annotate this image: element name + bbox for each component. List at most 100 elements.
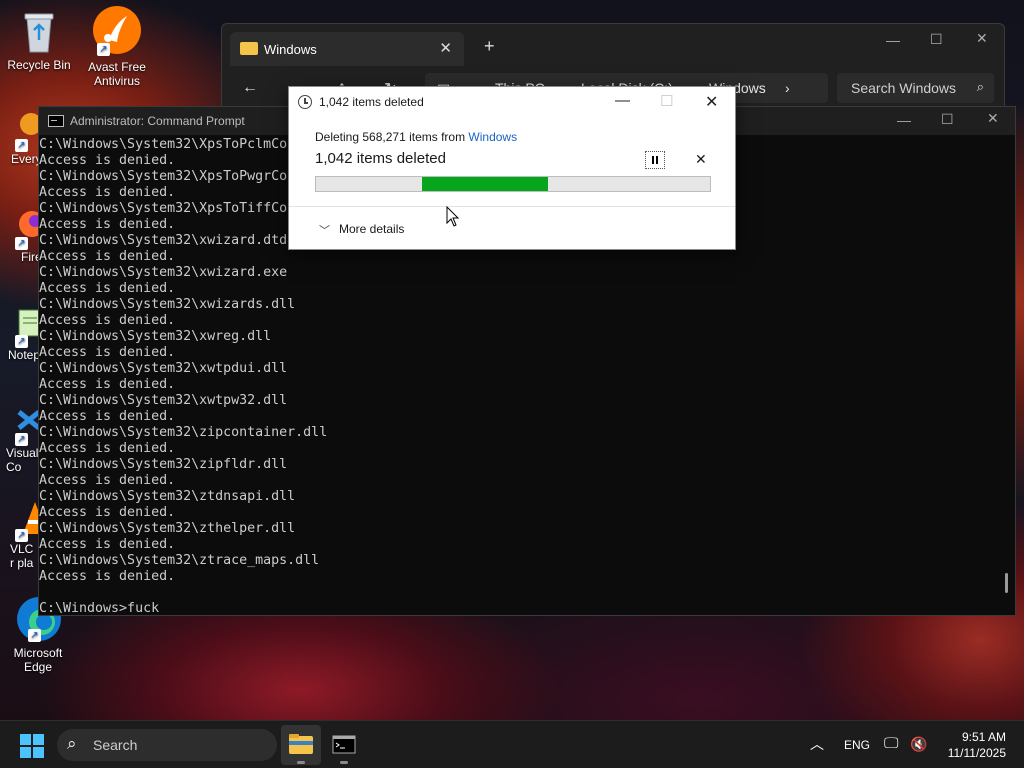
recycle-bin-icon bbox=[17, 8, 61, 54]
desktop-icon-firefox[interactable]: ↗ Fire bbox=[1, 208, 41, 264]
close-button[interactable]: ✕ bbox=[976, 30, 988, 47]
cmd-line: C:\Windows\System32\zipcontainer.dll bbox=[39, 425, 328, 440]
desktop-icon-everything[interactable]: ↗ Every bbox=[1, 110, 41, 166]
vlc-icon: ↗ bbox=[1, 500, 41, 542]
cmd-line: C:\Windows\System32\zthelper.dll bbox=[39, 521, 296, 536]
dialog-minimize-button[interactable]: — bbox=[615, 92, 630, 109]
desktop-icon-visual-studio-code[interactable]: ↗ Visual Co bbox=[1, 404, 41, 474]
cmd-line: C:\Windows\System32\xwizard.exe bbox=[39, 265, 288, 280]
dialog-footer[interactable]: ﹀ More details bbox=[289, 206, 735, 250]
breadcrumb-chevron-icon[interactable]: › bbox=[785, 80, 790, 96]
shortcut-arrow-icon: ↗ bbox=[15, 139, 28, 152]
vscode-icon: ↗ bbox=[1, 404, 41, 446]
shortcut-arrow-icon: ↗ bbox=[28, 629, 41, 642]
cmd-close-button[interactable]: ✕ bbox=[987, 110, 999, 127]
cmd-line: Access is denied. bbox=[39, 441, 176, 456]
desktop-icon-vlc[interactable]: ↗ VLC r pla bbox=[1, 500, 41, 570]
terminal-icon bbox=[48, 115, 64, 127]
taskbar-file-explorer[interactable] bbox=[281, 725, 321, 765]
more-details-button[interactable]: More details bbox=[339, 222, 404, 236]
dialog-content: Deleting 568,271 items from Windows 1,04… bbox=[289, 117, 735, 205]
desktop-icon-notepad[interactable]: ↗ Notep bbox=[1, 306, 41, 362]
cmd-line: Access is denied. bbox=[39, 345, 176, 360]
file-explorer-icon bbox=[289, 734, 313, 754]
cmd-line: C:\Windows>fuck bbox=[39, 601, 160, 615]
cmd-line: Access is denied. bbox=[39, 505, 176, 520]
clock-time: 9:51 AM bbox=[961, 730, 1006, 744]
desktop-icon-label: Avast Free Antivirus bbox=[88, 60, 146, 88]
taskbar-search-placeholder: Search bbox=[93, 737, 138, 753]
cmd-line: Access is denied. bbox=[39, 249, 176, 264]
shortcut-arrow-icon: ↗ bbox=[15, 237, 28, 250]
clock-icon bbox=[298, 95, 312, 109]
taskbar: ⌕ Search ︿ ENG 🖵 🔇 9:51 AM 11/11/2025 bbox=[0, 720, 1024, 768]
explorer-search-placeholder: Search Windows bbox=[851, 80, 957, 96]
items-deleted-status: 1,042 items deleted bbox=[315, 150, 446, 167]
cmd-line: Access is denied. bbox=[39, 569, 176, 584]
dialog-title: 1,042 items deleted bbox=[319, 95, 424, 109]
cmd-line: Access is denied. bbox=[39, 473, 176, 488]
start-button[interactable] bbox=[20, 734, 44, 758]
explorer-tab[interactable]: Windows ✕ bbox=[230, 32, 464, 66]
shortcut-arrow-icon: ↗ bbox=[15, 335, 28, 348]
search-icon: ⌕ bbox=[67, 734, 77, 753]
desktop-icon-label: Every bbox=[11, 152, 41, 166]
deleting-summary: Deleting 568,271 items from Windows bbox=[315, 130, 517, 144]
cancel-icon[interactable]: ✕ bbox=[695, 151, 707, 168]
everything-icon: ↗ bbox=[1, 110, 41, 152]
taskbar-search-box[interactable]: ⌕ Search bbox=[57, 729, 277, 761]
cmd-line: C:\Windows\System32\ztdnsapi.dll bbox=[39, 489, 296, 504]
back-button[interactable]: ← bbox=[242, 79, 258, 97]
desktop-icon-label: Recycle Bin bbox=[7, 58, 71, 72]
cmd-minimize-button[interactable]: — bbox=[897, 112, 911, 128]
cmd-line: Access is denied. bbox=[39, 537, 176, 552]
deleting-target-link[interactable]: Windows bbox=[468, 130, 517, 144]
cmd-line: C:\Windows\System32\zipfldr.dll bbox=[39, 457, 288, 472]
delete-progress-dialog[interactable]: 1,042 items deleted — ☐ ✕ Deleting 568,2… bbox=[288, 86, 736, 250]
scrollbar-thumb[interactable] bbox=[1005, 573, 1008, 593]
cmd-line: Access is denied. bbox=[39, 281, 176, 296]
dialog-titlebar[interactable]: 1,042 items deleted — ☐ ✕ bbox=[289, 87, 735, 117]
maximize-button[interactable]: ☐ bbox=[930, 31, 943, 48]
desktop-icon-label: VLC r pla bbox=[10, 542, 34, 570]
volume-muted-icon[interactable]: 🔇 bbox=[910, 736, 927, 753]
desktop-icon-avast[interactable]: ↗ Avast Free Antivirus bbox=[80, 6, 154, 88]
chevron-down-icon[interactable]: ﹀ bbox=[319, 222, 330, 238]
notepad-icon: ↗ bbox=[1, 306, 41, 348]
cmd-line: C:\Windows\System32\xwizards.dll bbox=[39, 297, 296, 312]
avast-icon: ↗ bbox=[93, 6, 141, 56]
clock-date: 11/11/2025 bbox=[947, 746, 1006, 760]
cmd-line bbox=[39, 585, 999, 601]
new-tab-button[interactable]: + bbox=[484, 36, 495, 57]
explorer-search-box[interactable]: Search Windows ⌕ bbox=[837, 73, 994, 103]
cmd-line: C:\Windows\System32\ztrace_maps.dll bbox=[39, 553, 320, 568]
explorer-tab-title: Windows bbox=[264, 42, 317, 57]
cmd-line: Access is denied. bbox=[39, 313, 176, 328]
desktop-icon-recycle-bin[interactable]: Recycle Bin bbox=[2, 8, 76, 72]
language-indicator[interactable]: ENG bbox=[844, 738, 870, 752]
terminal-icon bbox=[332, 735, 356, 754]
desktop-icon-label: Visual Co bbox=[6, 446, 39, 474]
close-tab-icon[interactable]: ✕ bbox=[439, 39, 452, 57]
progress-bar bbox=[315, 176, 711, 192]
deleting-prefix: Deleting 568,271 items from bbox=[315, 130, 469, 144]
taskbar-command-prompt[interactable] bbox=[324, 725, 364, 765]
firefox-icon: ↗ bbox=[1, 208, 41, 250]
taskbar-clock[interactable]: 9:51 AM 11/11/2025 bbox=[948, 729, 1006, 761]
network-icon[interactable]: 🖵 bbox=[884, 735, 898, 752]
folder-icon bbox=[240, 42, 258, 55]
progress-fill bbox=[422, 177, 549, 191]
pause-button[interactable] bbox=[645, 151, 665, 169]
desktop-icon-label: Microsoft Edge bbox=[13, 646, 63, 674]
minimize-button[interactable]: — bbox=[886, 32, 900, 48]
cmd-maximize-button[interactable]: ☐ bbox=[941, 111, 954, 128]
desktop-icon-label: Fire bbox=[21, 250, 41, 264]
desktop-icon-label: Notep bbox=[8, 348, 41, 362]
search-icon: ⌕ bbox=[976, 79, 984, 94]
shortcut-arrow-icon: ↗ bbox=[15, 529, 28, 542]
dialog-close-button[interactable]: ✕ bbox=[705, 92, 718, 112]
shortcut-arrow-icon: ↗ bbox=[15, 433, 28, 446]
running-indicator bbox=[297, 761, 305, 764]
cmd-line: C:\Windows\System32\xwreg.dll bbox=[39, 329, 272, 344]
tray-overflow-chevron-icon[interactable]: ︿ bbox=[810, 734, 824, 754]
